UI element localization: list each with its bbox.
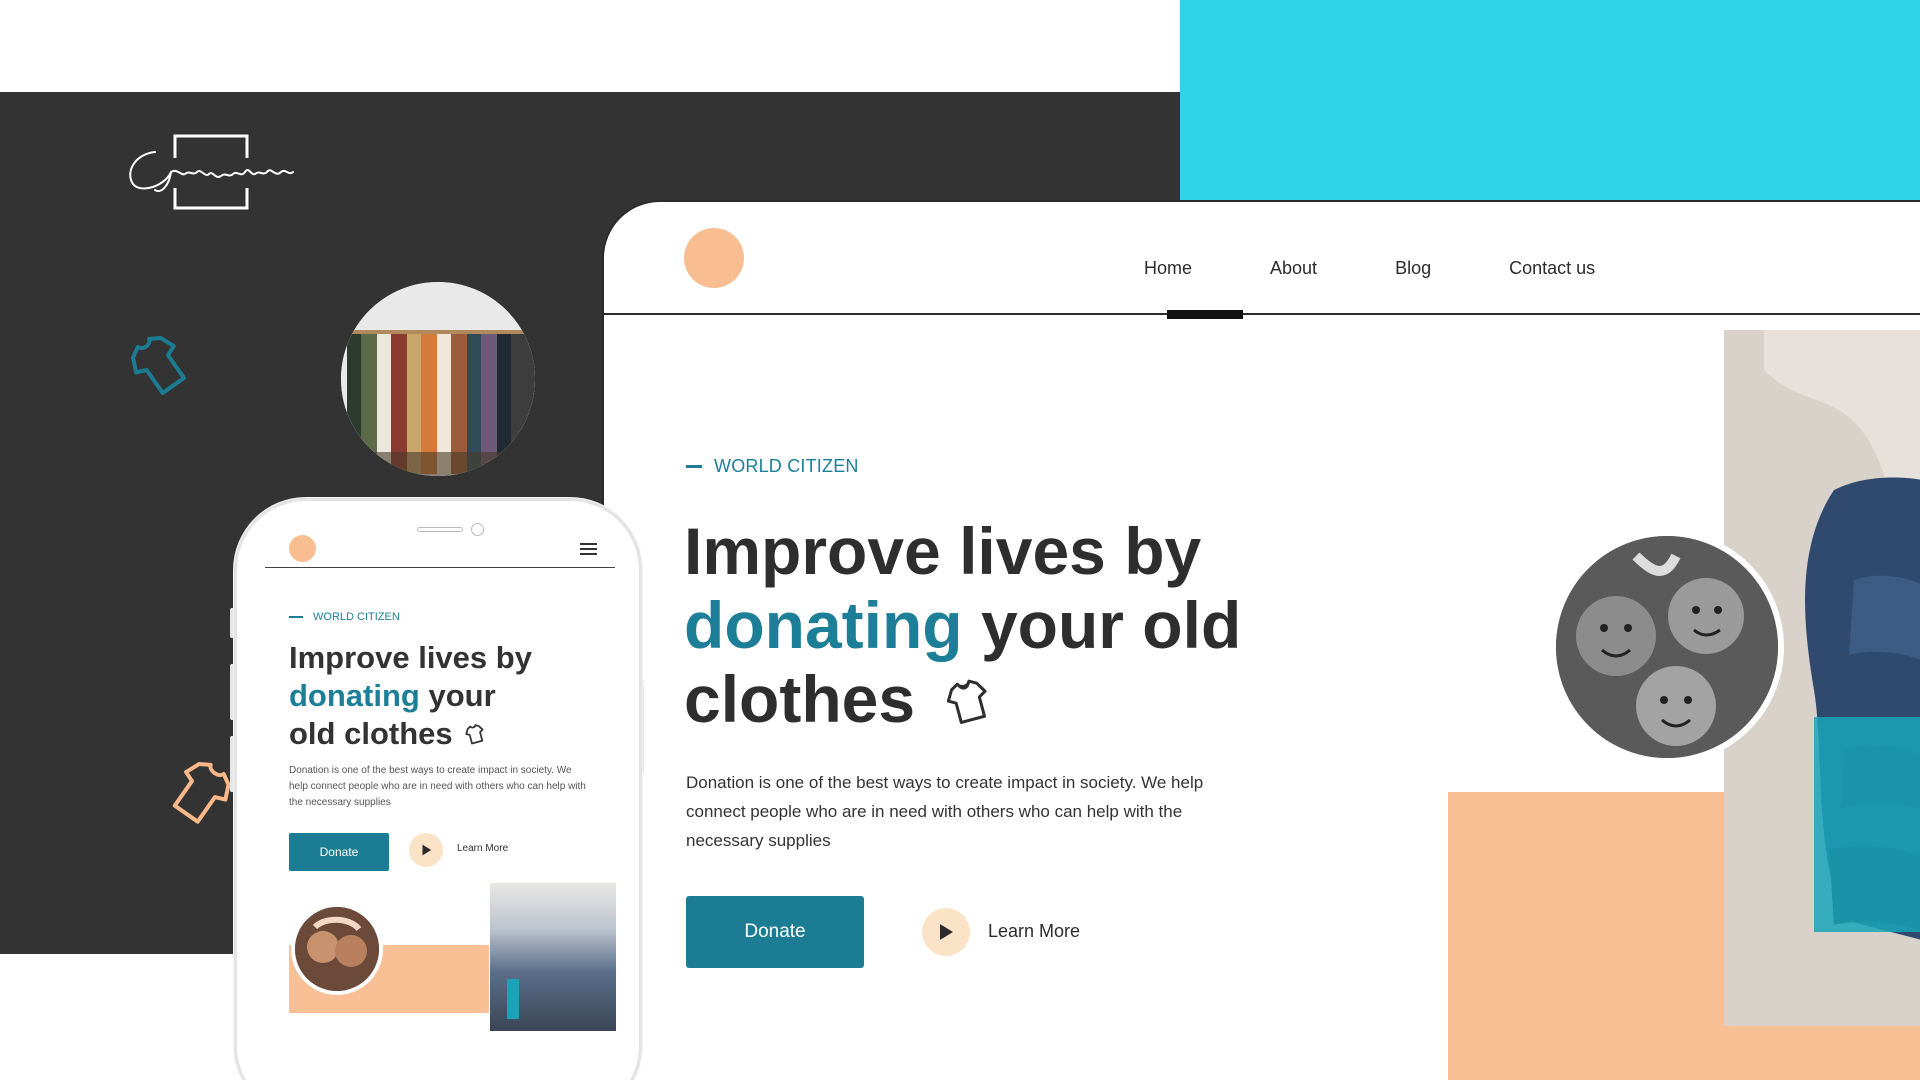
headline-accent-word: donating [684, 588, 967, 662]
cyan-background-panel [1180, 0, 1920, 201]
tshirt-icon [463, 717, 487, 755]
teal-accent-strip [1814, 717, 1920, 932]
eyebrow-dash [289, 616, 303, 618]
mobile-nav-divider [265, 567, 615, 568]
clothes-rack-image [341, 282, 535, 476]
main-navigation: Home About Blog Contact us [1144, 258, 1595, 279]
eyebrow-dash [686, 465, 702, 468]
mobile-headline-line-3: old clothes [289, 716, 453, 751]
mobile-teal-accent-strip [507, 979, 519, 1019]
mobile-children-photo [291, 903, 383, 995]
nav-item-contact[interactable]: Contact us [1509, 258, 1595, 279]
mobile-headline-line-2: your [428, 678, 496, 713]
headline-line-1: Improve lives by [684, 514, 1202, 588]
hamburger-menu-icon[interactable] [580, 543, 597, 558]
mobile-eyebrow-label: WORLD CITIZEN [313, 611, 400, 623]
play-icon [422, 844, 431, 856]
phone-speaker [417, 527, 463, 532]
hero-description: Donation is one of the best ways to crea… [686, 773, 1204, 850]
site-logo[interactable] [684, 228, 744, 288]
mobile-headline-line-1: Improve lives by [289, 640, 532, 675]
nav-item-home[interactable]: Home [1144, 258, 1192, 279]
play-button[interactable] [922, 908, 970, 956]
hero-eyebrow: WORLD CITIZEN [686, 456, 859, 477]
eyebrow-label: WORLD CITIZEN [714, 456, 859, 476]
donate-button[interactable]: Donate [686, 896, 864, 968]
nav-divider [604, 313, 1920, 315]
play-icon [940, 924, 953, 940]
children-photo [1550, 530, 1784, 764]
mobile-hero-description: Donation is one of the best ways to crea… [289, 765, 586, 808]
nav-item-about[interactable]: About [1270, 258, 1317, 279]
nav-item-blog[interactable]: Blog [1395, 258, 1431, 279]
hero-headline: Improve lives by donating your old cloth… [684, 514, 1244, 742]
tshirt-outline-icon [120, 326, 198, 404]
mobile-site-logo[interactable] [289, 535, 316, 562]
headline-line-3: clothes [684, 662, 916, 736]
mobile-hero-eyebrow: WORLD CITIZEN [289, 611, 400, 623]
mobile-hero-headline: Improve lives by donating your old cloth… [289, 639, 589, 755]
phone-camera [471, 523, 484, 536]
mobile-website-mockup: WORLD CITIZEN Improve lives by donating … [234, 498, 642, 1080]
signature-logo [125, 132, 295, 212]
nav-active-indicator [1167, 310, 1243, 319]
learn-more-link[interactable]: Learn More [988, 921, 1080, 942]
mobile-donate-button[interactable]: Donate [289, 833, 389, 871]
desktop-website-mockup: Home About Blog Contact us WORLD CITIZEN… [602, 200, 1920, 1080]
tshirt-icon [941, 668, 995, 742]
mobile-learn-more-link[interactable]: Learn More [457, 843, 508, 854]
headline-line-2: your old [980, 588, 1242, 662]
mobile-headline-accent-word: donating [289, 678, 424, 713]
mobile-play-button[interactable] [409, 833, 443, 867]
